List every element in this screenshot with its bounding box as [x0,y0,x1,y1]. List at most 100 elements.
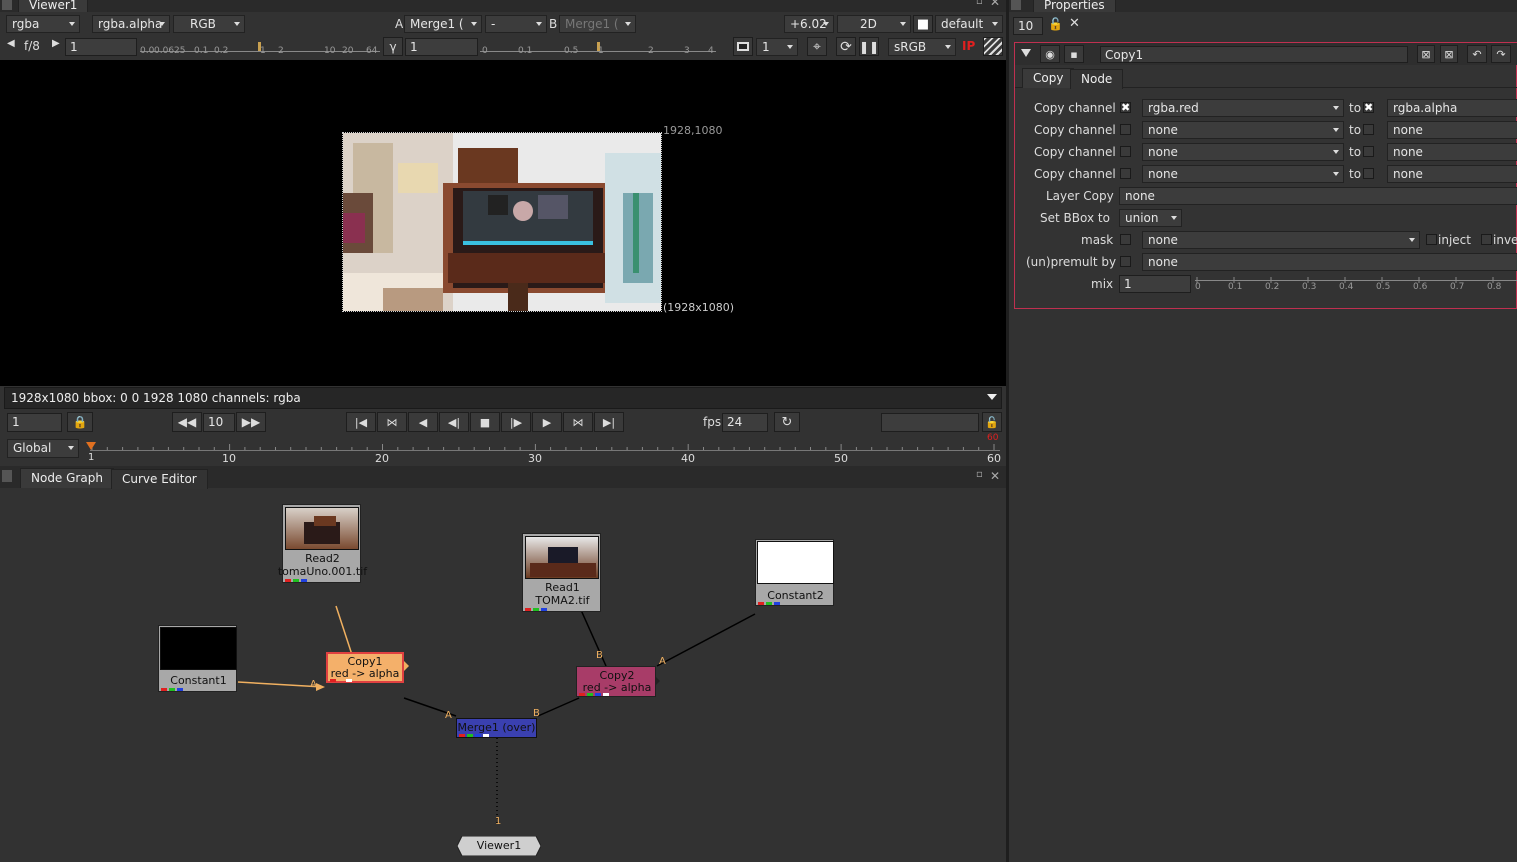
lock-frame-icon[interactable]: 🔒 [67,412,93,432]
constant1-node[interactable]: Constant1 [158,625,237,692]
node-name-field[interactable]: Copy1 [1100,46,1408,63]
unpremult-checkbox[interactable] [1120,256,1131,267]
max-panels-field[interactable]: 10 [1013,17,1043,35]
channel-select-dropdown[interactable]: rgba.alpha [92,15,170,33]
close-panel-icon[interactable]: ✕ [990,0,1000,9]
copy-to-4-dropdown[interactable]: none [1387,165,1517,183]
copy-to-3-dropdown[interactable]: none [1387,143,1517,161]
gain-dropdown[interactable]: +6.02 [784,15,834,33]
prev-keyframe-icon[interactable]: ⋈ [377,412,407,432]
tab-copy[interactable]: Copy [1022,68,1075,88]
properties-tab[interactable]: Properties [1033,0,1116,12]
compare-mode-dropdown[interactable]: - [485,15,547,33]
loop-mode-icon[interactable]: ↻ [774,412,800,432]
copy-channel-1-checkbox[interactable]: ✖ [1120,102,1131,113]
skip-forward-icon[interactable]: ▶▶ [236,412,266,432]
skip-increment-field[interactable]: 10 [203,413,235,432]
float-panel-icon[interactable]: ▫ [976,0,983,7]
next-frame-icon[interactable]: ▶ [532,412,562,432]
viewer-canvas[interactable]: 1928,1080 (1928x1080) [0,60,1006,386]
copy-to-1-dropdown[interactable]: rgba.alpha [1387,99,1517,117]
tab-node-graph[interactable]: Node Graph [20,468,114,488]
read2-node[interactable]: Read2 tomaUno.001.tif [278,504,367,583]
node-color-icon[interactable]: ▪ [1064,45,1084,63]
stop-icon[interactable]: ■ [470,412,500,432]
copy-channel-4-checkbox[interactable] [1120,168,1131,179]
roi-icon[interactable] [733,37,753,56]
last-frame-icon[interactable]: ▶| [594,412,624,432]
copy-from-3-dropdown[interactable]: none [1142,143,1344,161]
display-mode-dropdown[interactable]: RGB [173,15,245,33]
gain-slider[interactable]: 0.0 0.0625 0.1 0.2 1 2 10 20 64 [140,40,380,56]
crosshair-icon[interactable]: ⌖ [807,37,827,56]
copy-to-2-checkbox[interactable] [1363,124,1374,135]
tab-node[interactable]: Node [1070,69,1124,89]
play-forward-icon[interactable]: |▶ [501,412,531,432]
center-node-icon[interactable]: ◉ [1040,45,1060,63]
copy-channel-3-checkbox[interactable] [1120,146,1131,157]
range-mode-dropdown[interactable]: Global [7,439,79,458]
tab-curve-editor[interactable]: Curve Editor [111,469,208,489]
input-a-dropdown[interactable]: Merge1 ( [404,15,482,33]
mix-slider[interactable]: 0 0.1 0.2 0.3 0.4 0.5 0.6 0.7 0.8 [1195,277,1517,295]
mix-field[interactable]: 1 [1119,275,1191,293]
lock-camera-icon[interactable]: ■ [913,15,933,33]
colorspace-dropdown[interactable]: sRGB [888,38,956,56]
constant2-node[interactable]: Constant2 [755,539,834,606]
layer-copy-dropdown[interactable]: none [1119,187,1517,205]
pause-icon[interactable]: ❚❚ [859,37,879,56]
view-mode-dropdown[interactable]: 2D [837,15,911,33]
float-properties-icon[interactable]: ⊠ [1417,45,1435,63]
channels-dropdown[interactable]: rgba [6,15,80,33]
copy-from-1-dropdown[interactable]: rgba.red [1142,99,1344,117]
copy1-mask-input-icon[interactable] [404,661,409,671]
playhead-icon[interactable] [86,442,96,450]
close-panel-icon[interactable]: ✕ [990,469,1000,483]
unlock-range-icon[interactable]: 🔓 [982,412,1002,432]
copy-from-4-dropdown[interactable]: none [1142,165,1344,183]
unpremult-dropdown[interactable]: none [1142,253,1517,271]
panel-menu-icon[interactable] [2,0,12,10]
copy-channel-2-checkbox[interactable] [1120,124,1131,135]
input-b-dropdown[interactable]: Merge1 ( [559,15,636,33]
copy-to-2-dropdown[interactable]: none [1387,121,1517,139]
play-backward-icon[interactable]: ◀| [439,412,469,432]
clear-panels-icon[interactable]: ✕ [1069,16,1080,31]
collapse-icon[interactable] [1021,49,1031,57]
viewer1-node[interactable]: Viewer1 [457,836,541,856]
frame-field[interactable]: 1 [7,413,62,432]
gamma-slider[interactable]: 0 0.1 0.5 1 2 3 4 [480,40,716,56]
timeline-scrubber[interactable]: 1 10 20 30 40 50 60 60 [82,433,1004,465]
skip-back-icon[interactable]: ◀◀ [172,412,202,432]
fps-field[interactable]: 24 [722,413,768,432]
fstop-right-arrow-icon[interactable]: ▶ [52,38,60,49]
read1-node[interactable]: Read1 TOMA2.tif [522,533,601,612]
mask-checkbox[interactable] [1120,234,1131,245]
lock-panels-icon[interactable]: 🔓 [1048,17,1063,31]
undo-icon[interactable]: ↶ [1467,45,1487,63]
gain-field[interactable]: 1 [65,38,137,56]
first-frame-icon[interactable]: |◀ [346,412,376,432]
copy-to-4-checkbox[interactable] [1363,168,1374,179]
invert-checkbox[interactable] [1481,234,1492,245]
fstop-left-arrow-icon[interactable]: ◀ [7,38,15,49]
copy-to-1-checkbox[interactable]: ✖ [1363,102,1374,113]
copy1-node[interactable]: Copy1 red -> alpha [326,652,404,683]
clipping-warning-icon[interactable] [983,37,1003,56]
next-keyframe-icon[interactable]: ⋈ [563,412,593,432]
close-properties-icon[interactable]: ⊠ [1440,45,1458,63]
copy-to-3-checkbox[interactable] [1363,146,1374,157]
bbox-dropdown[interactable]: union [1119,209,1182,227]
playback-range-field[interactable] [881,413,979,432]
panel-menu-icon[interactable] [2,470,12,482]
prev-frame-icon[interactable]: ◀ [408,412,438,432]
gamma-field[interactable]: 1 [405,38,478,56]
float-panel-icon[interactable]: ▫ [976,469,983,480]
refresh-icon[interactable]: ⟳ [836,37,856,56]
proxy-dropdown[interactable]: 1 [756,38,798,56]
copy-from-2-dropdown[interactable]: none [1142,121,1344,139]
panel-menu-icon[interactable] [1011,0,1021,10]
redo-icon[interactable]: ↷ [1491,45,1511,63]
copy2-mask-input-icon[interactable] [655,676,660,686]
gamma-toggle-button[interactable]: γ [383,37,403,56]
